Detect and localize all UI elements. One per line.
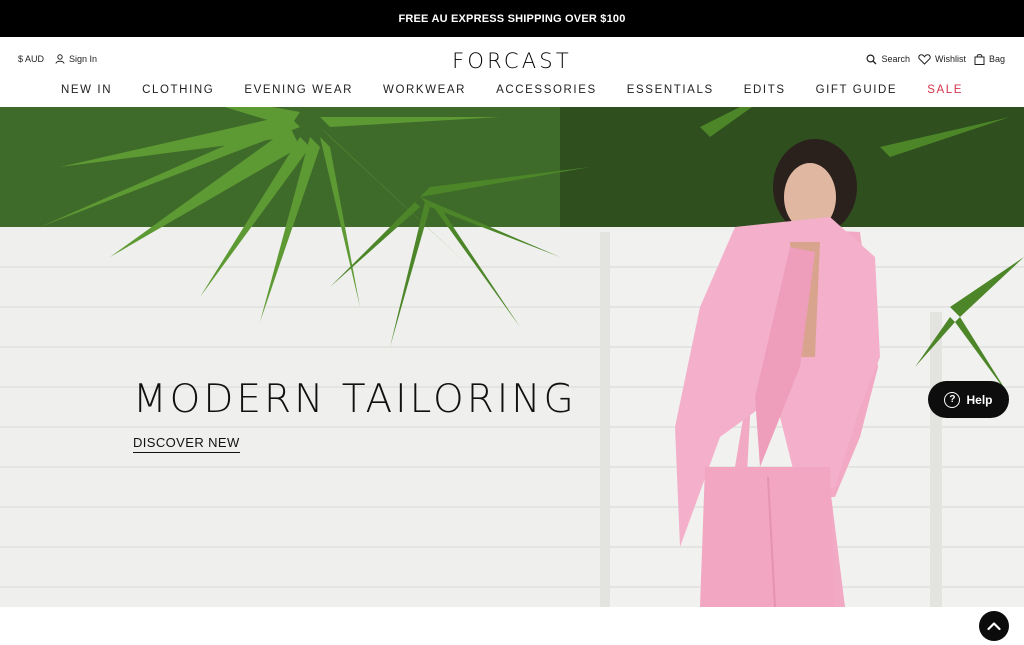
bag-label: Bag [988,54,1005,64]
bag-link[interactable]: Bag [974,53,1005,65]
announcement-text: FREE AU EXPRESS SHIPPING OVER $100 [398,12,626,25]
utility-right: Search Wishlist Bag [866,53,1005,65]
announcement-bar: FREE AU EXPRESS SHIPPING OVER $100 [0,0,1024,37]
search-icon [866,53,877,64]
help-button[interactable]: ? Help [928,381,1009,418]
bag-icon [974,54,985,65]
discover-new-link[interactable]: DISCOVER NEW [133,435,240,453]
nav-evening-wear[interactable]: EVENING WEAR [229,84,368,96]
site-header: $ AUD Sign In FORCAST Search Wishlist Ba… [0,37,1024,107]
hero-banner[interactable]: MODERN TAILORING DISCOVER NEW [0,107,1024,607]
search-link[interactable]: Search [866,53,910,65]
nav-essentials[interactable]: ESSENTIALS [612,84,729,96]
heart-icon [918,53,931,65]
nav-gift-guide[interactable]: GIFT GUIDE [801,84,913,96]
main-nav: NEW IN CLOTHING EVENING WEAR WORKWEAR AC… [0,84,1024,96]
search-label: Search [881,54,910,64]
hero-title: MODERN TAILORING [133,377,577,422]
question-icon: ? [944,391,961,408]
nav-accessories[interactable]: ACCESSORIES [481,84,612,96]
chevron-up-icon [987,622,1001,631]
nav-edits[interactable]: EDITS [729,84,801,96]
wishlist-label: Wishlist [934,54,966,64]
nav-new-in[interactable]: NEW IN [46,84,127,96]
nav-clothing[interactable]: CLOTHING [127,84,229,96]
wishlist-link[interactable]: Wishlist [918,53,966,65]
hero-image [0,107,1024,607]
help-label: Help [966,392,993,407]
nav-sale[interactable]: SALE [912,84,978,96]
nav-workwear[interactable]: WORKWEAR [368,84,481,96]
scroll-to-top-button[interactable] [979,611,1009,641]
